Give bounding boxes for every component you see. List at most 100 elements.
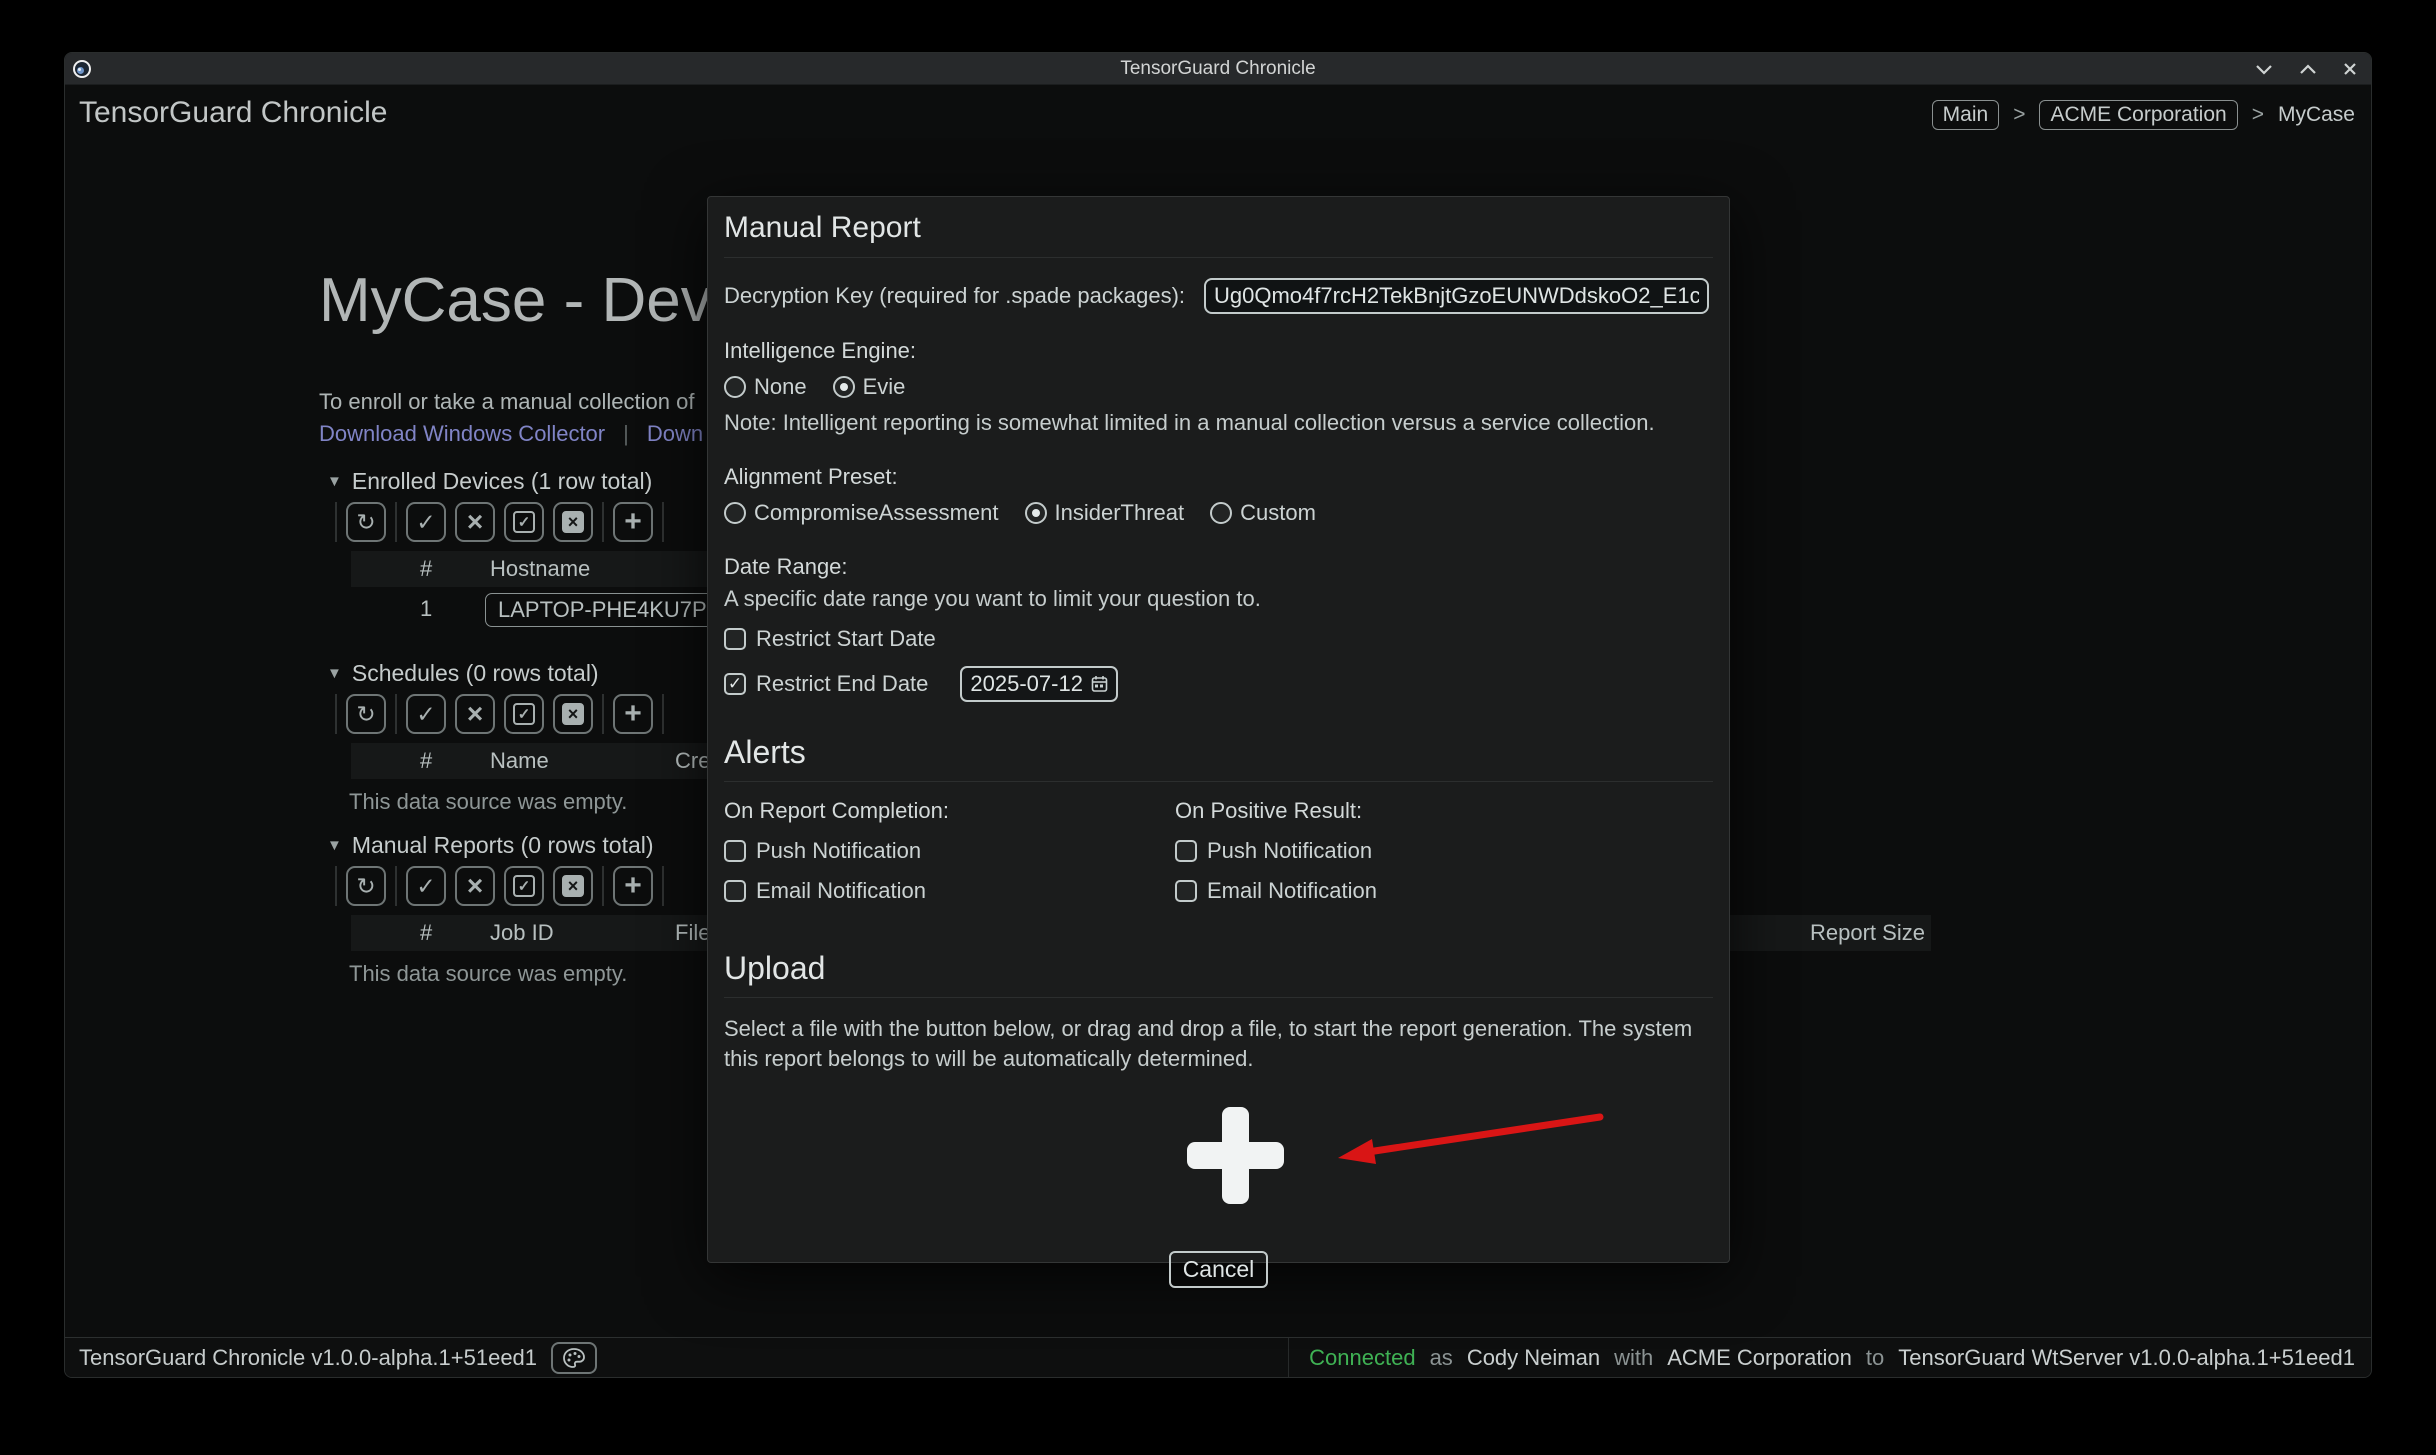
- checkbox-x-icon: ×: [562, 511, 584, 533]
- status-bar: TensorGuard Chronicle v1.0.0-alpha.1+51e…: [65, 1337, 2371, 1377]
- upload-description: Select a file with the button below, or …: [724, 1016, 1693, 1071]
- decryption-key-label: Decryption Key (required for .spade pack…: [724, 283, 1186, 308]
- radio-evie[interactable]: Evie: [832, 374, 905, 400]
- checkbox-x-icon: ×: [562, 703, 584, 725]
- completion-email-checkbox[interactable]: Email Notification: [724, 878, 1175, 904]
- status-word: as: [1429, 1344, 1453, 1370]
- close-icon[interactable]: [2343, 62, 2357, 76]
- refresh-button[interactable]: ↻: [346, 502, 386, 542]
- annotation-arrow: [1338, 1113, 1604, 1165]
- column-header: Hostname: [490, 556, 591, 581]
- end-date-input[interactable]: 2025-07-12: [960, 666, 1118, 702]
- schedules-toolbar: ↻ ✓ × ✓ × +: [335, 693, 664, 735]
- add-button[interactable]: +: [613, 694, 653, 734]
- radio-none[interactable]: None: [724, 374, 807, 400]
- toolbar-divider: [662, 694, 664, 734]
- decryption-key-input[interactable]: [1204, 278, 1709, 314]
- toolbar-divider: [662, 866, 664, 906]
- manual-reports-toolbar: ↻ ✓ × ✓ × +: [335, 865, 664, 907]
- section-title: Enrolled Devices (1 row total): [351, 468, 653, 494]
- dialog-title: Manual Report: [724, 211, 1713, 258]
- alignment-preset-label: Alignment Preset:: [724, 464, 898, 489]
- checkbox-icon: [724, 880, 746, 902]
- deselect-all-button[interactable]: ×: [553, 502, 593, 542]
- toolbar-divider: [602, 866, 604, 906]
- download-windows-collector-link[interactable]: Download Windows Collector: [319, 421, 605, 447]
- radio-selected-icon: [832, 376, 855, 398]
- restrict-end-date-row: ✓ Restrict End Date 2025-07-12: [724, 666, 1713, 702]
- approve-button[interactable]: ✓: [406, 866, 446, 906]
- refresh-icon: ↻: [356, 872, 376, 899]
- select-all-button[interactable]: ✓: [504, 694, 544, 734]
- check-icon: ✓: [416, 872, 436, 899]
- collapse-icon: ▼: [327, 473, 342, 490]
- section-manual-reports[interactable]: ▼ Manual Reports (0 rows total): [327, 832, 654, 859]
- maximize-icon[interactable]: [2299, 63, 2317, 75]
- radio-icon: [1210, 502, 1233, 524]
- column-header: #: [420, 748, 433, 773]
- section-schedules[interactable]: ▼ Schedules (0 rows total): [327, 660, 599, 687]
- upload-add-file-button[interactable]: [1187, 1107, 1284, 1205]
- radio-insider-threat[interactable]: InsiderThreat: [1024, 500, 1184, 526]
- add-button[interactable]: +: [613, 866, 653, 906]
- checkbox-icon: [724, 628, 746, 650]
- refresh-button[interactable]: ↻: [346, 866, 386, 906]
- deselect-all-button[interactable]: ×: [553, 694, 593, 734]
- plus-icon: +: [624, 869, 642, 902]
- collapse-icon: ▼: [327, 665, 342, 682]
- section-enrolled-devices[interactable]: ▼ Enrolled Devices (1 row total): [327, 468, 652, 495]
- alignment-preset-options: CompromiseAssessment InsiderThreat Custo…: [724, 500, 1713, 526]
- window-controls: [2255, 53, 2357, 85]
- screen: TensorGuard Chronicle TensorGuard Chroni…: [0, 0, 2436, 1455]
- status-organization: ACME Corporation: [1667, 1344, 1852, 1370]
- checkbox-icon: [1175, 840, 1197, 862]
- radio-custom[interactable]: Custom: [1210, 500, 1316, 526]
- calendar-icon: [1091, 676, 1108, 692]
- intelligence-engine-options: None Evie: [724, 374, 1713, 400]
- status-word: to: [1865, 1344, 1885, 1370]
- checkbox-check-icon: ✓: [513, 875, 535, 897]
- approve-button[interactable]: ✓: [406, 502, 446, 542]
- download-secondary-collector-link[interactable]: Down: [647, 421, 703, 447]
- toolbar-divider: [395, 694, 397, 734]
- toolbar-divider: [602, 694, 604, 734]
- x-icon: ×: [466, 870, 484, 901]
- radio-compromise-assessment[interactable]: CompromiseAssessment: [724, 500, 999, 526]
- positive-push-checkbox[interactable]: Push Notification: [1175, 838, 1626, 864]
- add-button[interactable]: +: [613, 502, 653, 542]
- select-all-button[interactable]: ✓: [504, 866, 544, 906]
- status-left: TensorGuard Chronicle v1.0.0-alpha.1+51e…: [79, 1341, 598, 1374]
- restrict-start-date-checkbox[interactable]: Restrict Start Date: [724, 626, 1713, 652]
- refresh-button[interactable]: ↻: [346, 694, 386, 734]
- column-header: Name: [490, 748, 549, 773]
- checkbox-x-icon: ×: [562, 875, 584, 897]
- collector-links: Download Windows Collector | Down: [319, 421, 703, 447]
- toolbar-divider: [335, 866, 337, 906]
- alerts-heading: Alerts: [724, 734, 1713, 782]
- upload-heading: Upload: [724, 950, 1713, 998]
- approve-button[interactable]: ✓: [406, 694, 446, 734]
- deselect-all-button[interactable]: ×: [553, 866, 593, 906]
- status-word: with: [1614, 1344, 1654, 1370]
- plus-icon: +: [624, 697, 642, 730]
- page-title: MyCase - Dev: [319, 266, 712, 335]
- cancel-button[interactable]: Cancel: [1168, 1251, 1269, 1289]
- intelligence-engine-label: Intelligence Engine:: [724, 338, 917, 363]
- reject-button[interactable]: ×: [455, 694, 495, 734]
- minimize-icon[interactable]: [2255, 64, 2273, 75]
- decryption-key-row: Decryption Key (required for .spade pack…: [724, 278, 1713, 314]
- column-header: Job ID: [490, 920, 554, 945]
- completion-push-checkbox[interactable]: Push Notification: [724, 838, 1175, 864]
- toolbar-divider: [395, 502, 397, 542]
- checkbox-checked-icon[interactable]: ✓: [724, 673, 746, 695]
- reject-button[interactable]: ×: [455, 866, 495, 906]
- positive-email-checkbox[interactable]: Email Notification: [1175, 878, 1626, 904]
- status-server: TensorGuard WtServer v1.0.0-alpha.1+51ee…: [1898, 1344, 2355, 1370]
- collapse-icon: ▼: [327, 837, 342, 854]
- theme-button[interactable]: [551, 1341, 598, 1374]
- hostname-button[interactable]: LAPTOP-PHE4KU7P: [485, 593, 720, 627]
- reject-button[interactable]: ×: [455, 502, 495, 542]
- palette-icon: [563, 1347, 585, 1368]
- select-all-button[interactable]: ✓: [504, 502, 544, 542]
- checkbox-icon: [724, 840, 746, 862]
